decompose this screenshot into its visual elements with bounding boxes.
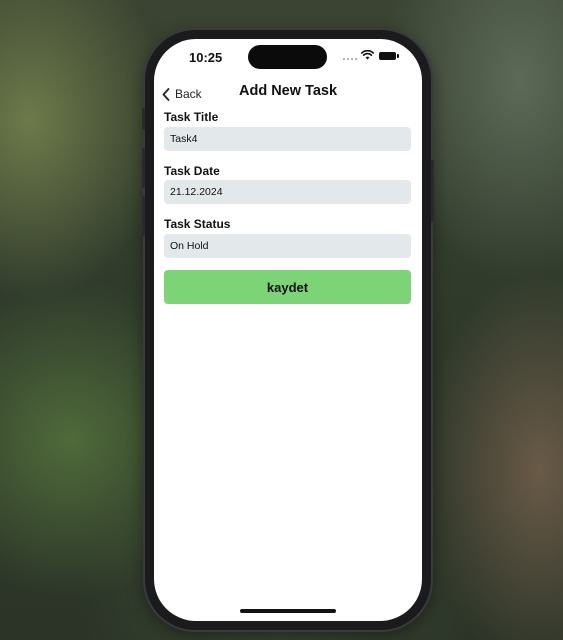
task-title-input[interactable] bbox=[164, 127, 411, 151]
wifi-icon bbox=[361, 50, 374, 60]
save-button[interactable]: kaydet bbox=[164, 270, 411, 304]
phone-frame: 10:25 Back Add New Task Task Title Task … bbox=[142, 30, 434, 630]
side-button-volume-up bbox=[142, 148, 145, 188]
task-date-label: Task Date bbox=[164, 164, 220, 178]
task-status-label: Task Status bbox=[164, 217, 231, 231]
task-date-input[interactable] bbox=[164, 180, 411, 204]
task-title-label: Task Title bbox=[164, 110, 219, 124]
side-button-volume-down bbox=[142, 196, 145, 236]
battery-icon bbox=[379, 52, 399, 60]
page-title: Add New Task bbox=[238, 83, 338, 99]
home-indicator bbox=[240, 609, 336, 613]
app-screen: 10:25 Back Add New Task Task Title Task … bbox=[154, 39, 422, 621]
task-status-input[interactable] bbox=[164, 234, 411, 258]
status-time: 10:25 bbox=[189, 50, 223, 65]
dynamic-island bbox=[248, 45, 327, 69]
signal-icon bbox=[343, 58, 357, 61]
side-button-action bbox=[142, 108, 145, 130]
side-button-power bbox=[431, 160, 434, 222]
